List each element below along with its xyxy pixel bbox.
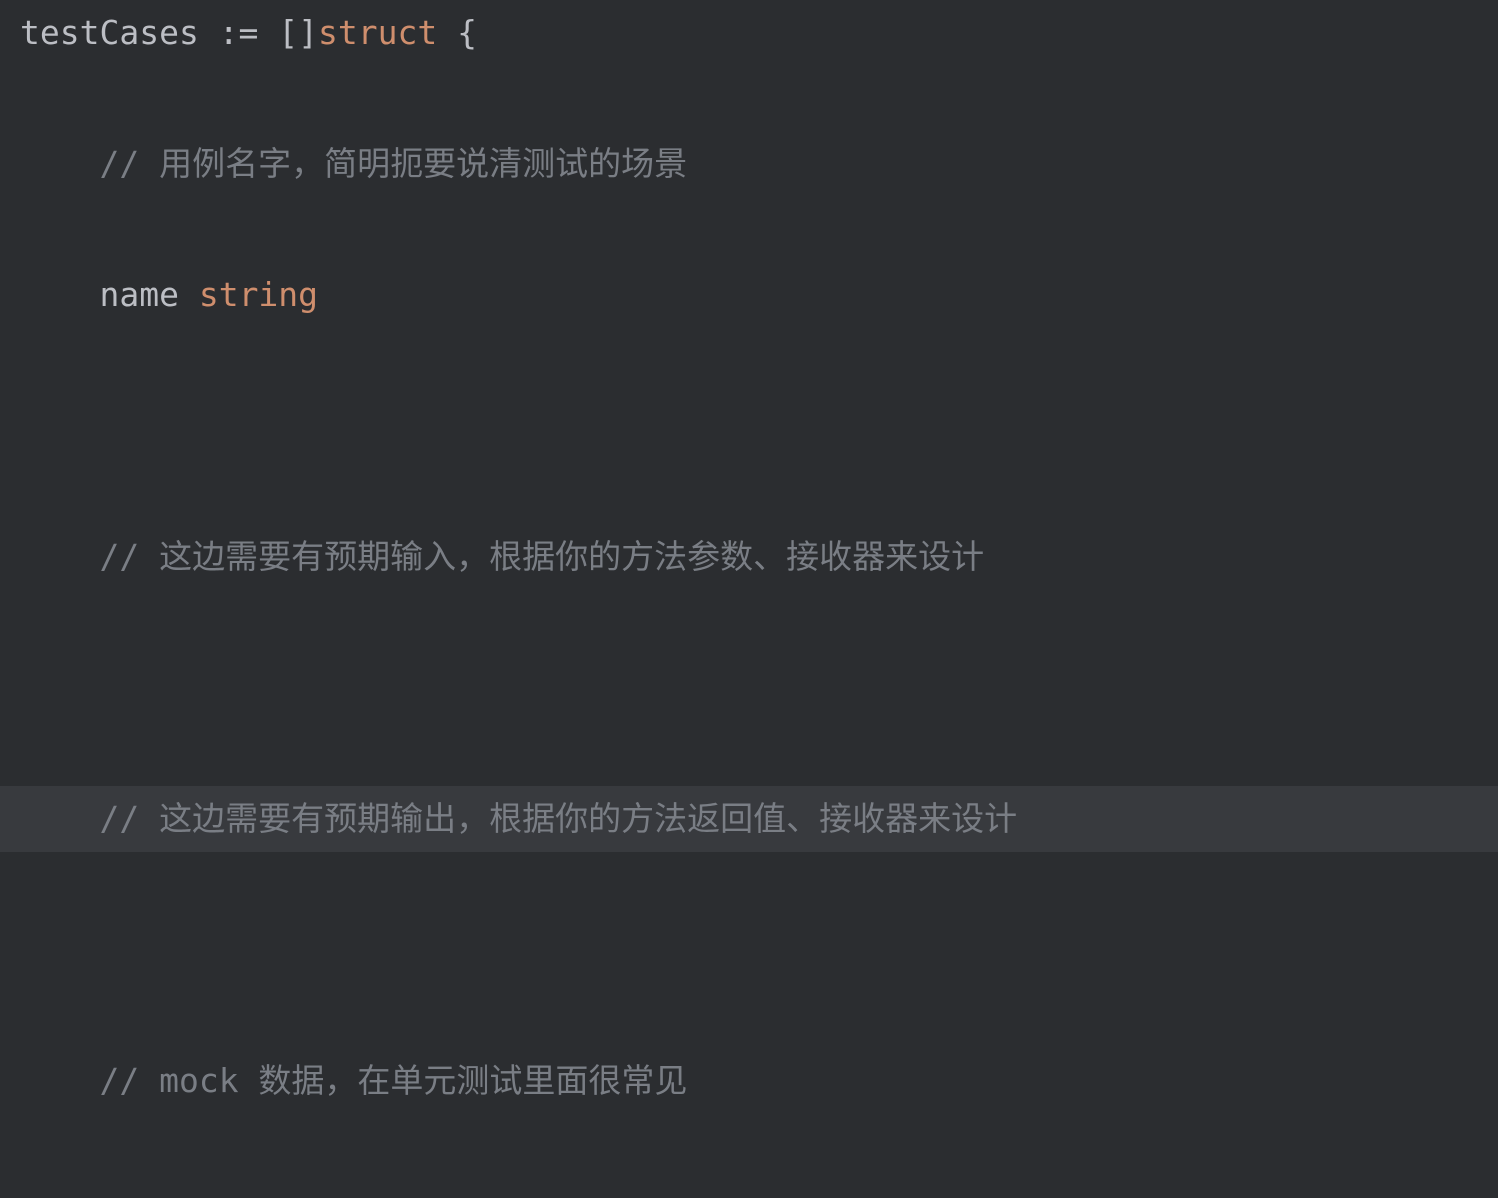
code-token: // 这边需要有预期输入，根据你的方法参数、接收器来设计 [99, 537, 984, 576]
indent [20, 131, 99, 197]
indent [20, 786, 99, 852]
code-line: // 用例名字，简明扼要说清测试的场景 [0, 131, 1498, 197]
code-token: * [398, 1192, 418, 1198]
code-line: name string [0, 262, 1498, 328]
code-token: ) [755, 1192, 775, 1198]
indent [20, 262, 99, 328]
code-token: . [537, 1192, 557, 1198]
code-token: := [] [219, 13, 318, 52]
code-line: // 这边需要有预期输出，根据你的方法返回值、接收器来设计 [0, 786, 1498, 852]
code-token: name [99, 275, 198, 314]
code-token: struct [318, 13, 437, 52]
code-line: mock func(ctrl *gomock.Controller) [0, 1179, 1498, 1198]
code-line [0, 917, 1498, 983]
indent [20, 1048, 99, 1114]
code-block: testCases := []struct { // 用例名字，简明扼要说清测试… [0, 0, 1498, 1198]
code-token: string [199, 275, 318, 314]
code-line [0, 655, 1498, 721]
code-line: // mock 数据，在单元测试里面很常见 [0, 1048, 1498, 1114]
code-token: { [437, 13, 477, 52]
code-token: testCases [20, 13, 219, 52]
code-line [0, 393, 1498, 459]
code-token: Controller [557, 1192, 756, 1198]
code-token: gomock [417, 1192, 536, 1198]
indent [20, 1179, 99, 1198]
code-token: // 用例名字，简明扼要说清测试的场景 [99, 144, 687, 183]
code-line: // 这边需要有预期输入，根据你的方法参数、接收器来设计 [0, 524, 1498, 590]
code-token: // mock 数据，在单元测试里面很常见 [99, 1061, 687, 1100]
code-token: func [199, 1192, 278, 1198]
code-token: ( [278, 1192, 298, 1198]
code-token: ctrl [298, 1192, 397, 1198]
code-line: testCases := []struct { [0, 0, 1498, 66]
code-token: mock [99, 1192, 198, 1198]
indent [20, 524, 99, 590]
code-token: // 这边需要有预期输出，根据你的方法返回值、接收器来设计 [99, 799, 1017, 838]
